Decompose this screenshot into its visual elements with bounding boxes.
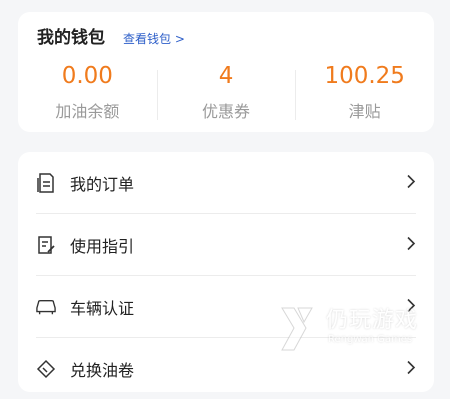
stat-value: 100.25 xyxy=(324,63,405,89)
stat-coupons[interactable]: 4 优惠券 xyxy=(156,62,296,122)
chevron-right-icon xyxy=(406,297,416,316)
stat-value: 0.00 xyxy=(61,63,113,89)
menu-item-label: 车辆认证 xyxy=(70,298,135,318)
wallet-stats: 0.00 加油余额 4 优惠券 100.25 津贴 xyxy=(18,62,434,122)
wallet-title: 我的钱包 xyxy=(37,28,105,48)
wallet-card: 我的钱包 查看钱包 > 0.00 加油余额 4 优惠券 100.25 津贴 xyxy=(18,12,434,132)
menu-item-label: 使用指引 xyxy=(70,236,135,256)
wallet-header: 我的钱包 查看钱包 > xyxy=(37,23,185,48)
car-icon xyxy=(36,296,56,318)
order-icon xyxy=(36,172,56,194)
stat-label: 津贴 xyxy=(348,102,381,121)
stat-label: 加油余额 xyxy=(55,102,120,121)
menu-item-label: 兑换油卷 xyxy=(70,360,135,380)
stat-allowance[interactable]: 100.25 津贴 xyxy=(295,62,434,122)
stat-value: 4 xyxy=(218,63,234,89)
menu-item-label: 我的订单 xyxy=(70,174,135,194)
stat-fuel-balance[interactable]: 0.00 加油余额 xyxy=(18,62,157,122)
chevron-right-icon xyxy=(406,173,416,192)
guide-icon xyxy=(36,234,56,256)
menu-item-guide[interactable]: 使用指引 xyxy=(36,214,416,276)
menu-card: 我的订单 使用指引 车辆认证 兑换油卷 xyxy=(18,152,434,392)
chevron-right-icon xyxy=(406,235,416,254)
ticket-icon xyxy=(36,358,56,380)
menu-item-orders[interactable]: 我的订单 xyxy=(36,152,416,214)
chevron-right-icon xyxy=(406,359,416,378)
stat-label: 优惠券 xyxy=(202,102,251,121)
menu-item-vehicle-verification[interactable]: 车辆认证 xyxy=(36,276,416,338)
view-wallet-link[interactable]: 查看钱包 > xyxy=(123,30,185,47)
menu-item-redeem-fuel-voucher[interactable]: 兑换油卷 xyxy=(36,338,416,399)
